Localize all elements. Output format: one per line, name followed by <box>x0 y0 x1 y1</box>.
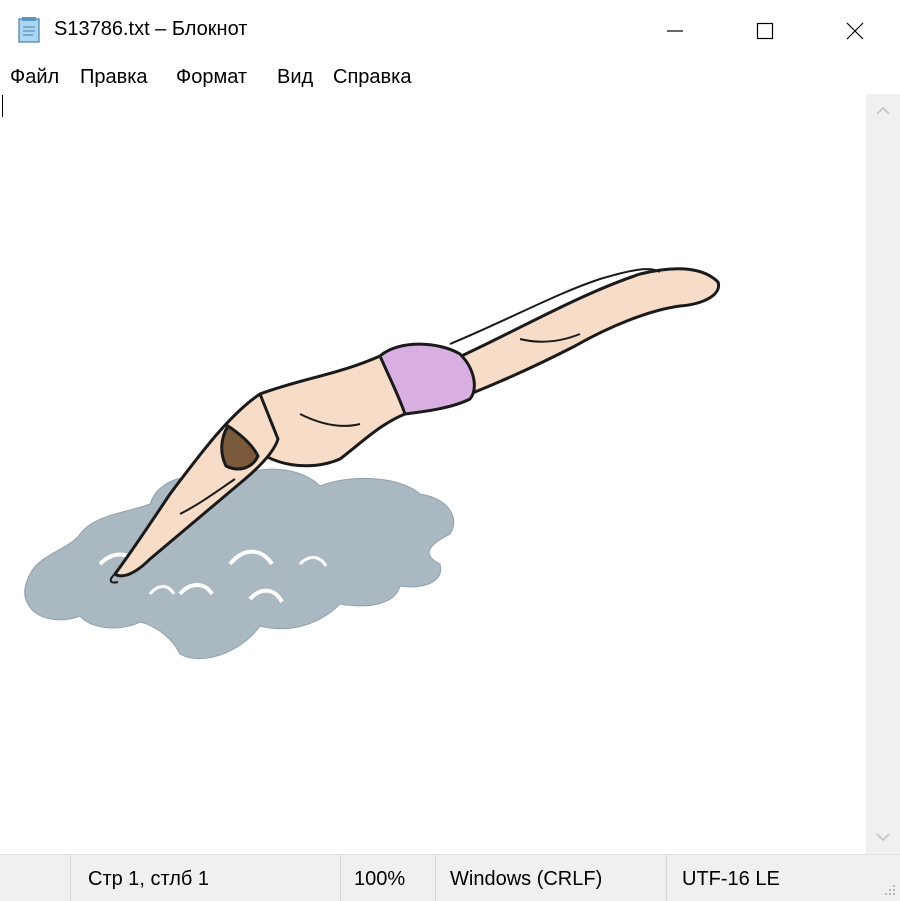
status-separator <box>435 855 436 901</box>
close-button[interactable] <box>810 0 900 62</box>
close-icon <box>846 22 864 40</box>
menu-file[interactable]: Файл <box>10 66 59 89</box>
menu-format[interactable]: Формат <box>176 66 247 89</box>
resize-grip-icon[interactable] <box>882 883 896 897</box>
minimize-icon <box>667 30 683 32</box>
status-encoding: UTF-16 LE <box>682 868 780 890</box>
title-bar[interactable]: S13786.txt – Блокнот <box>0 0 900 62</box>
maximize-button[interactable] <box>720 0 810 62</box>
status-cursor-position: Стр 1, стлб 1 <box>88 868 210 890</box>
window-title: S13786.txt – Блокнот <box>54 18 248 40</box>
vertical-scrollbar[interactable] <box>866 94 900 854</box>
scroll-up-button[interactable] <box>866 94 900 128</box>
status-separator <box>666 855 667 901</box>
scroll-down-button[interactable] <box>866 820 900 854</box>
notepad-icon <box>16 16 42 44</box>
diver-illustration <box>24 267 721 660</box>
notepad-window: S13786.txt – Блокнот Файл Правка Формат … <box>0 0 900 901</box>
status-separator <box>70 855 71 901</box>
chevron-down-icon <box>876 833 890 842</box>
water-splash <box>24 468 455 660</box>
status-separator <box>340 855 341 901</box>
status-line-endings: Windows (CRLF) <box>450 868 603 890</box>
maximize-icon <box>756 22 774 40</box>
status-bar: Стр 1, стлб 1 100% Windows (CRLF) UTF-16… <box>0 854 900 901</box>
menu-help[interactable]: Справка <box>333 66 411 89</box>
chevron-up-icon <box>876 106 890 115</box>
menu-edit[interactable]: Правка <box>80 66 148 89</box>
menu-bar: Файл Правка Формат Вид Справка <box>0 62 900 94</box>
menu-view[interactable]: Вид <box>277 66 313 89</box>
text-editor[interactable] <box>0 94 866 854</box>
minimize-button[interactable] <box>630 0 720 62</box>
status-zoom: 100% <box>354 868 406 890</box>
scroll-track[interactable] <box>866 128 900 820</box>
